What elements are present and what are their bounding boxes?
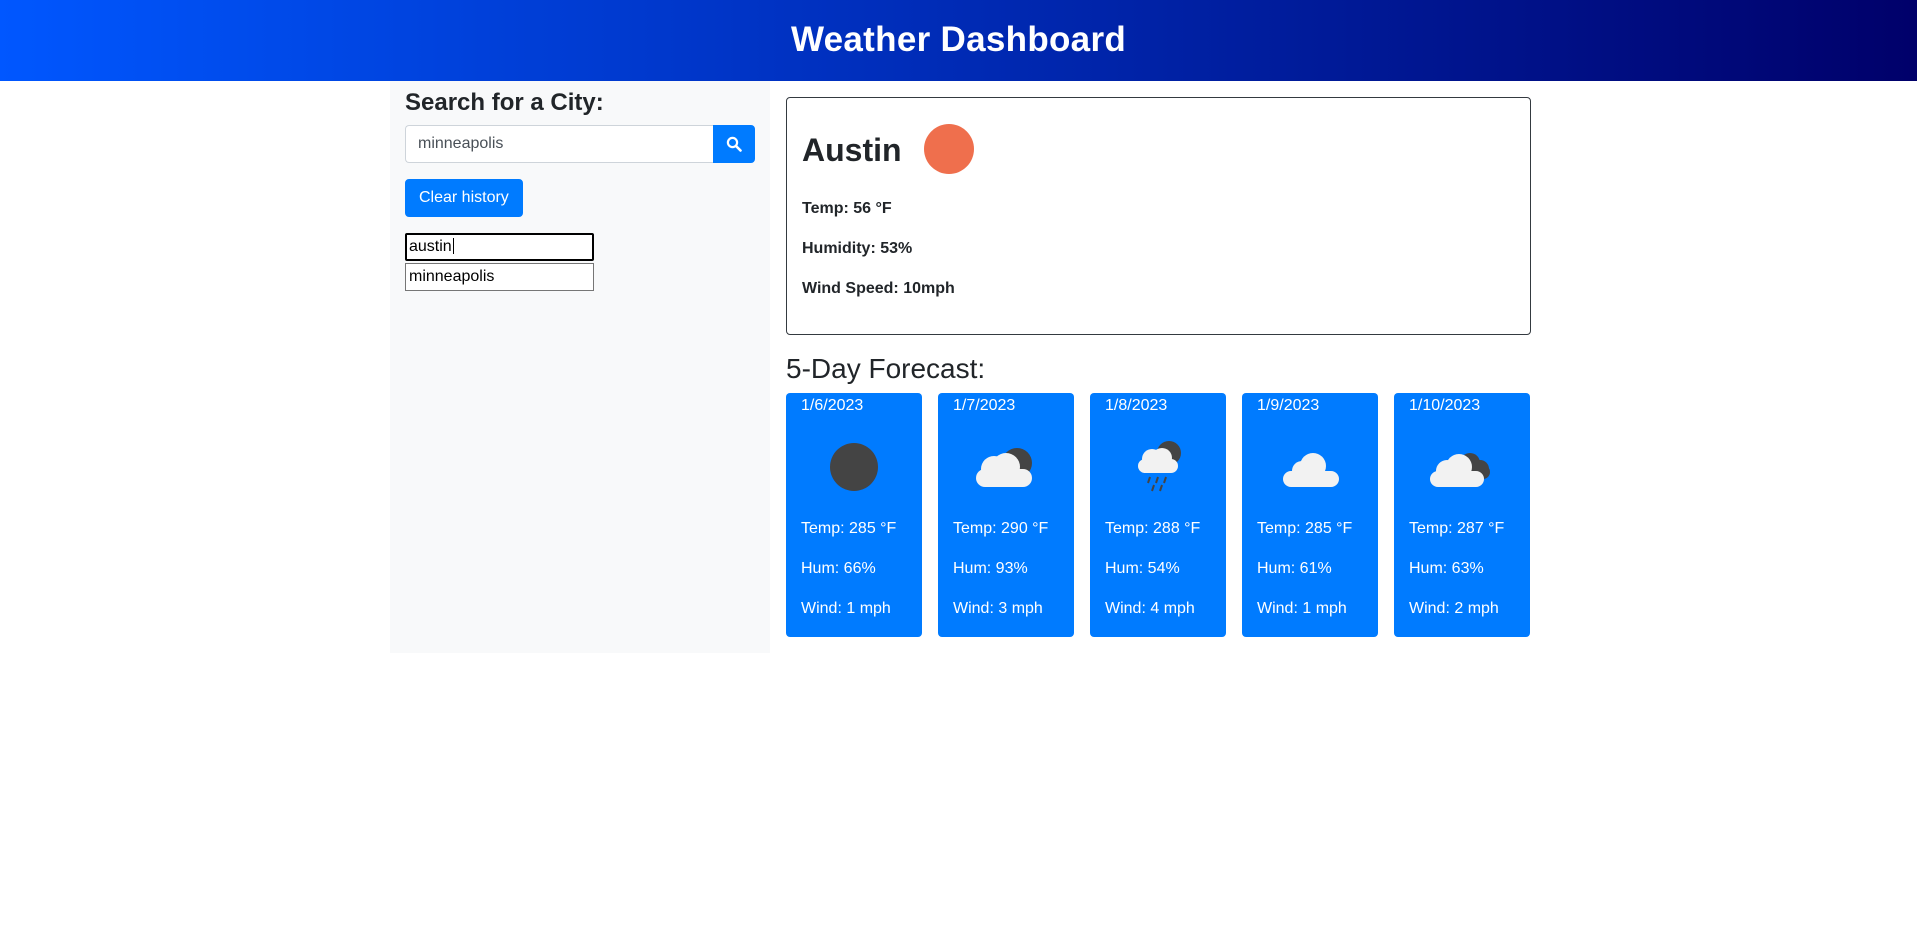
current-city-name: Austin bbox=[802, 132, 902, 168]
history-item-minneapolis[interactable]: minneapolis bbox=[405, 263, 594, 291]
night-partly-cloudy-icon bbox=[976, 448, 1032, 487]
search-icon bbox=[726, 136, 742, 152]
forecast-humidity: Hum: 54% bbox=[1105, 560, 1180, 577]
forecast-title: 5-Day Forecast: bbox=[786, 353, 986, 384]
forecast-date: 1/6/2023 bbox=[801, 397, 864, 414]
current-temp: Temp: 56 °F bbox=[802, 200, 892, 217]
clear-history-button[interactable]: Clear history bbox=[405, 179, 523, 217]
current-weather-card: Austin Temp: 56 °F Humidity: 53% Wind Sp… bbox=[786, 97, 1531, 335]
forecast-humidity: Hum: 66% bbox=[801, 560, 876, 577]
forecast-date: 1/9/2023 bbox=[1257, 397, 1320, 414]
forecast-card: 1/6/2023 Temp: 285 °F Hum: 66% Wind: 1 m… bbox=[786, 393, 922, 637]
current-humidity: Humidity: 53% bbox=[802, 240, 913, 257]
forecast-humidity: Hum: 93% bbox=[953, 560, 1028, 577]
page-header: Weather Dashboard bbox=[0, 0, 1917, 81]
forecast-wind: Wind: 4 mph bbox=[1105, 600, 1195, 617]
night-clear-icon bbox=[830, 443, 878, 491]
search-history-list: austin minneapolis bbox=[405, 233, 594, 293]
forecast-date: 1/7/2023 bbox=[953, 397, 1016, 414]
history-item-austin[interactable]: austin bbox=[405, 233, 594, 261]
forecast-card: 1/8/2023 Temp: 288 °F Hum: 54% Wind: 4 m… bbox=[1090, 393, 1226, 637]
history-item-label: austin bbox=[409, 238, 452, 255]
forecast-temp: Temp: 288 °F bbox=[1105, 520, 1201, 537]
forecast-humidity: Hum: 61% bbox=[1257, 560, 1332, 577]
page-title: Weather Dashboard bbox=[790, 19, 1127, 59]
forecast-temp: Temp: 290 °F bbox=[953, 520, 1049, 537]
forecast-temp: Temp: 285 °F bbox=[801, 520, 897, 537]
forecast-card: 1/10/2023 Temp: 287 °F Hum: 63% Wind: 2 … bbox=[1394, 393, 1530, 637]
night-rain-icon bbox=[1138, 441, 1181, 492]
forecast-card: 1/7/2023 Temp: 290 °F Hum: 93% Wind: 3 m… bbox=[938, 393, 1074, 637]
sun-icon bbox=[924, 124, 974, 174]
text-cursor bbox=[452, 238, 454, 254]
search-button[interactable] bbox=[713, 125, 755, 163]
cloud-icon bbox=[1283, 453, 1339, 487]
forecast-date: 1/10/2023 bbox=[1409, 397, 1481, 414]
search-group bbox=[405, 125, 755, 163]
forecast-wind: Wind: 2 mph bbox=[1409, 600, 1499, 617]
forecast-humidity: Hum: 63% bbox=[1409, 560, 1484, 577]
forecast-card: 1/9/2023 Temp: 285 °F Hum: 61% Wind: 1 m… bbox=[1242, 393, 1378, 637]
current-wind: Wind Speed: 10mph bbox=[802, 280, 955, 297]
city-search-input[interactable] bbox=[405, 125, 713, 163]
forecast-temp: Temp: 285 °F bbox=[1257, 520, 1353, 537]
forecast-date: 1/8/2023 bbox=[1105, 397, 1168, 414]
broken-clouds-icon bbox=[1430, 453, 1490, 487]
forecast-wind: Wind: 3 mph bbox=[953, 600, 1043, 617]
search-sidebar: Search for a City: Clear history austin … bbox=[390, 81, 770, 653]
search-heading: Search for a City: bbox=[405, 89, 604, 116]
forecast-temp: Temp: 287 °F bbox=[1409, 520, 1505, 537]
forecast-wind: Wind: 1 mph bbox=[1257, 600, 1347, 617]
forecast-wind: Wind: 1 mph bbox=[801, 600, 891, 617]
